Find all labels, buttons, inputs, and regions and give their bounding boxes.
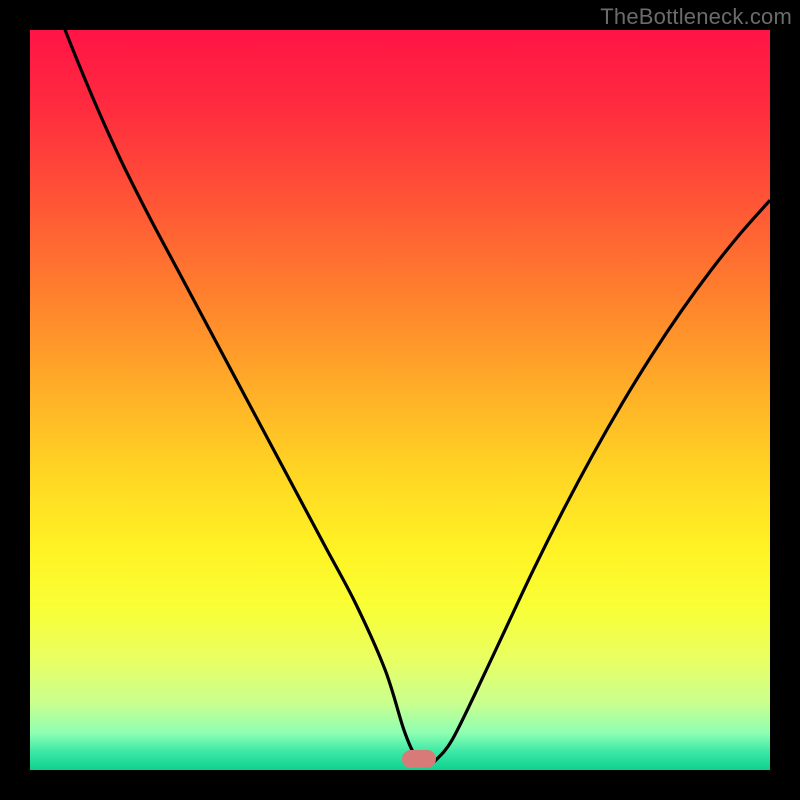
curve-layer <box>30 30 770 770</box>
watermark-text: TheBottleneck.com <box>600 4 792 30</box>
plot-area <box>30 30 770 770</box>
optimal-point-marker <box>402 750 436 768</box>
bottleneck-curve <box>30 30 770 766</box>
chart-frame: TheBottleneck.com <box>0 0 800 800</box>
